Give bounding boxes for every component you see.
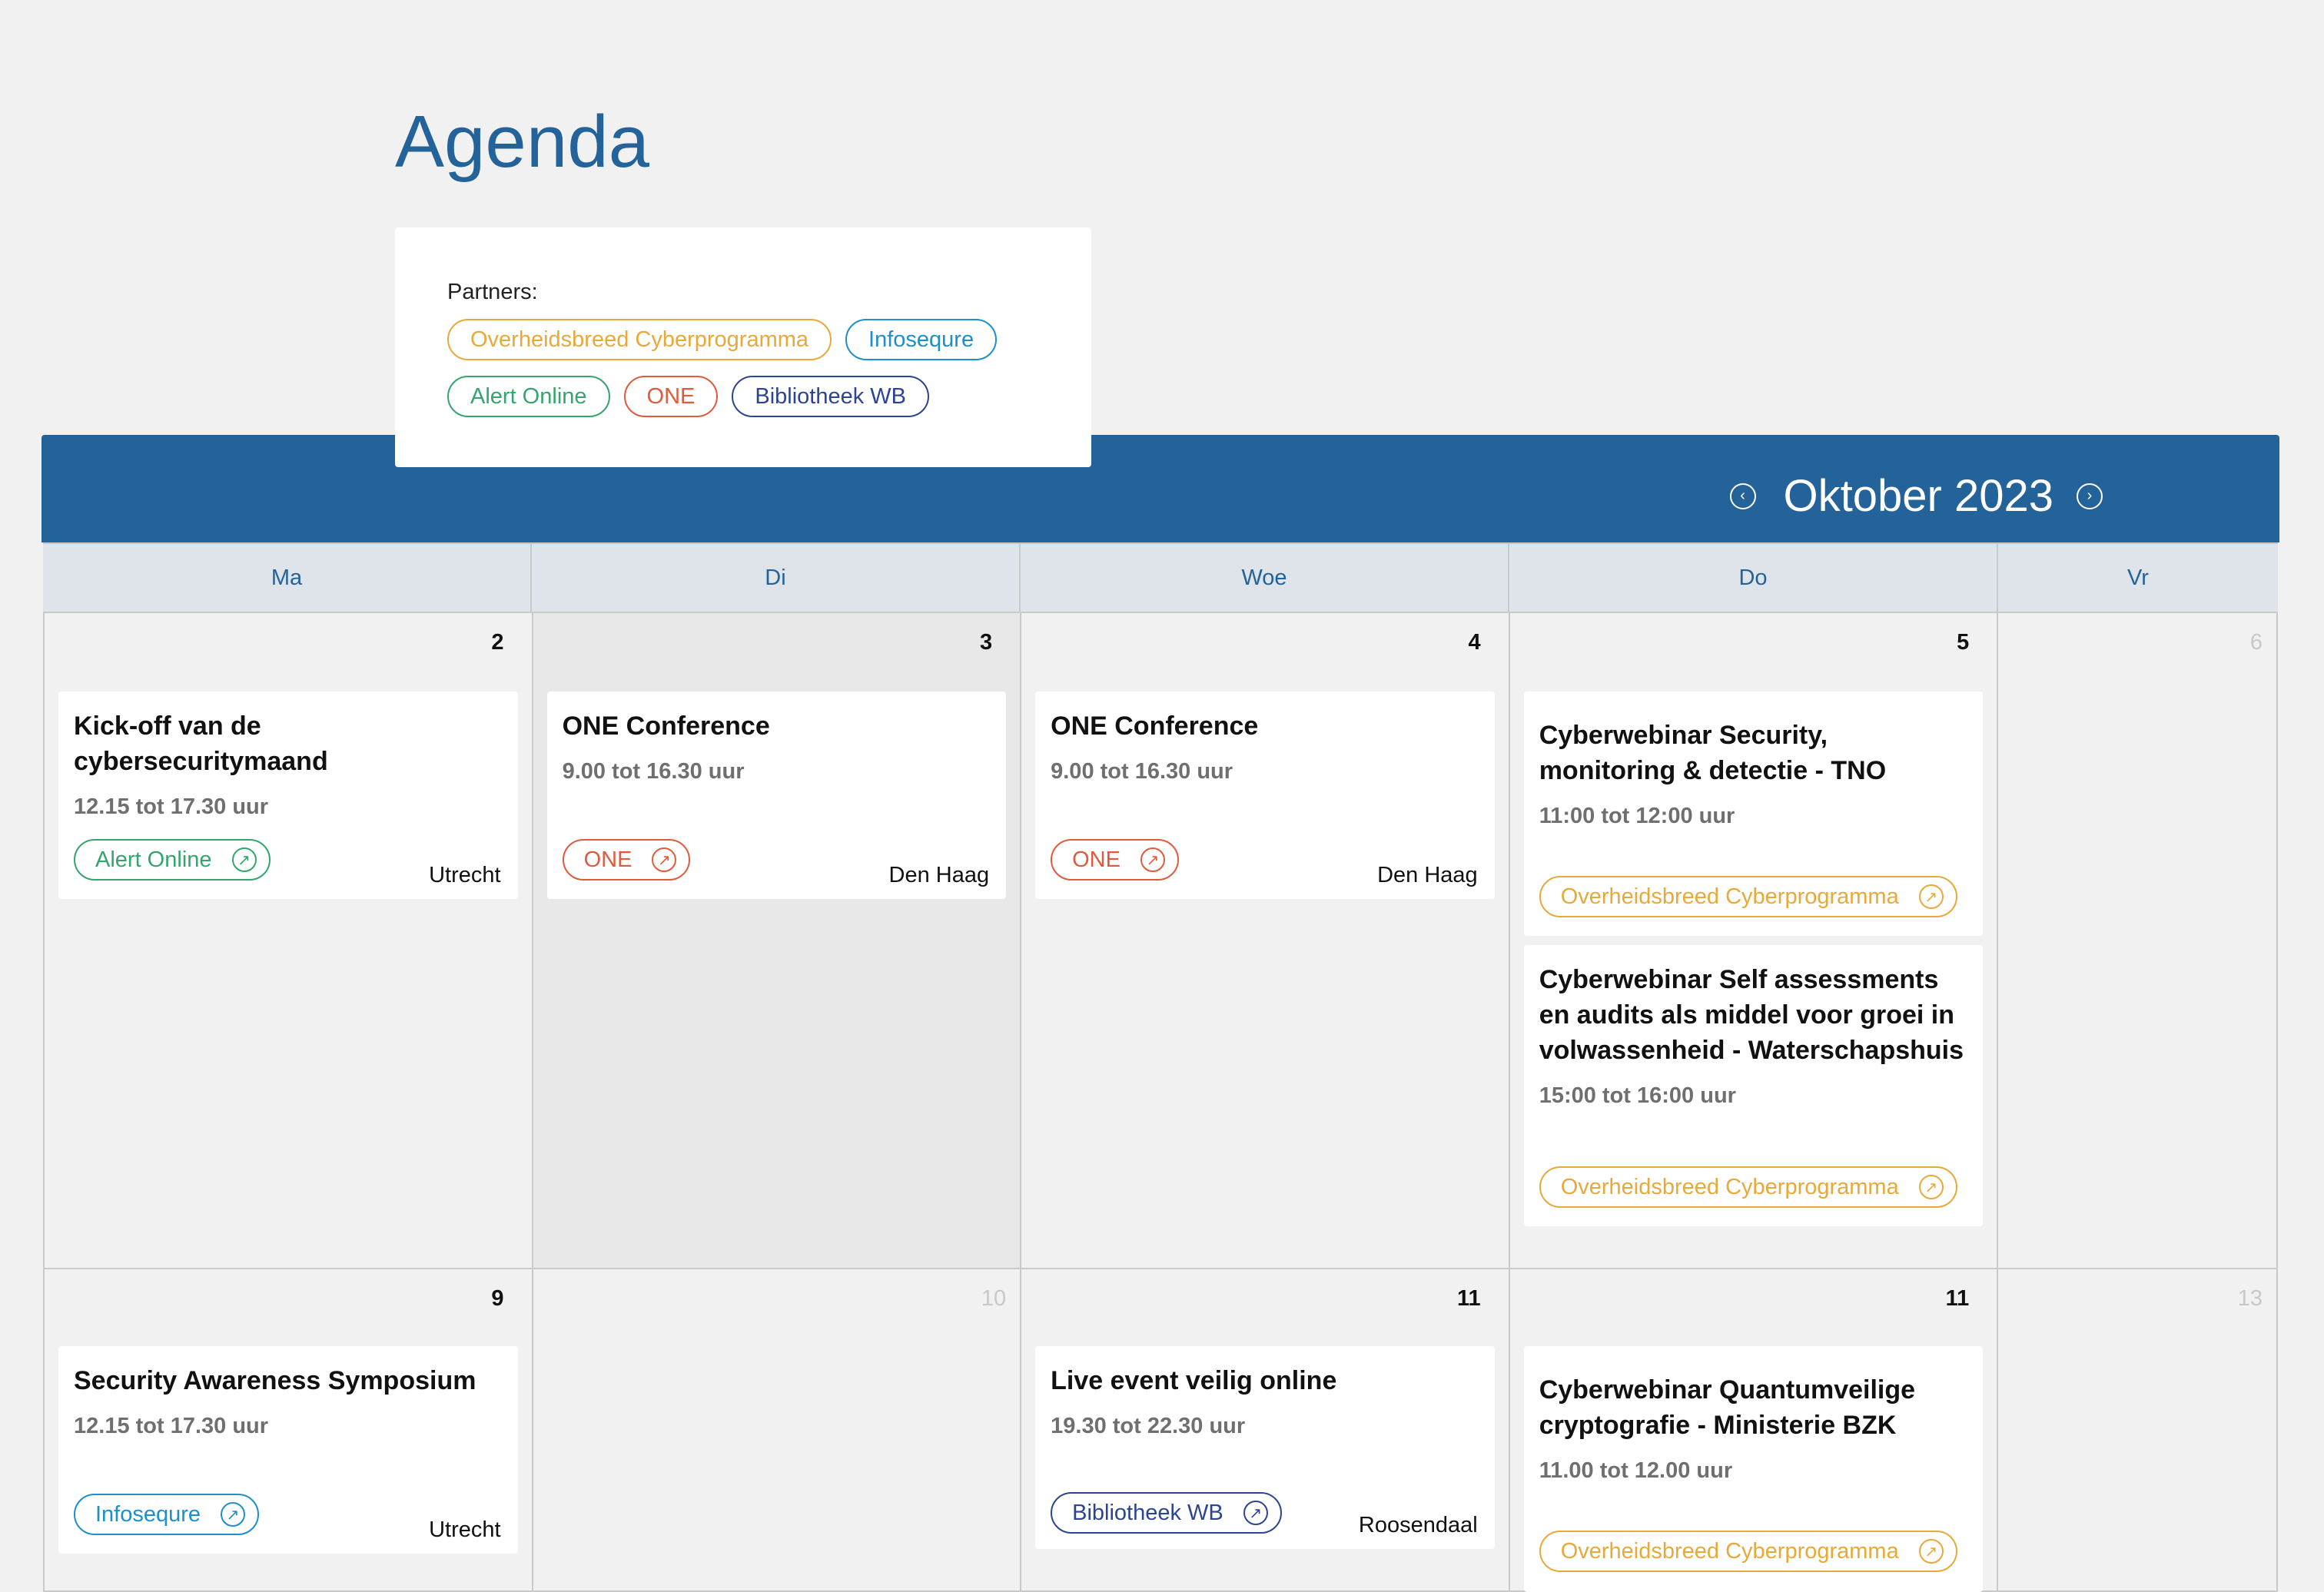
calendar-header: ‹ Oktober 2023 › [42, 435, 2279, 542]
weekday-vr: Vr [2127, 565, 2149, 590]
weekday-ma: Ma [43, 544, 532, 612]
event-time: 9.00 tot 16.30 uur [1051, 759, 1233, 784]
partner-filter-bibliotheek-wb[interactable]: Bibliotheek WB [732, 376, 930, 417]
day-number: 13 [2237, 1286, 2263, 1311]
arrow-up-right-icon: ↗ [1918, 1175, 1944, 1199]
calendar-day-cell[interactable]: 6 [1997, 613, 2278, 1269]
event-partner-label: Overheidsbreed Cyberprogramma [1560, 1174, 1899, 1199]
arrow-up-right-icon: ↗ [221, 1502, 246, 1527]
event-partner-label: ONE [583, 847, 632, 872]
partner-filter-alert-online[interactable]: Alert Online [447, 376, 610, 417]
event-partner-label: Overheidsbreed Cyberprogramma [1560, 1538, 1899, 1564]
event-title: Cyberwebinar Self assessments en audits … [1539, 965, 1964, 1065]
event-partner-link[interactable]: Alert Online ↗ [74, 839, 271, 881]
event-location: Utrecht [429, 1517, 501, 1542]
day-number: 4 [1468, 630, 1481, 655]
day-number: 5 [1957, 630, 1970, 655]
partners-filter-panel: Partners: Overheidsbreed Cyberprogramma … [395, 227, 1091, 467]
calendar-day-cell[interactable]: 5 Cyberwebinar Security, monitoring & de… [1508, 613, 1999, 1269]
event-partner-link[interactable]: Infosequre ↗ [74, 1494, 260, 1535]
calendar-day-cell[interactable]: 11 Cyberwebinar Quantumveilige cryptogra… [1508, 1269, 1999, 1592]
event-partner-label: Alert Online [95, 847, 212, 872]
day-number: 9 [491, 1286, 504, 1311]
event-partner-link[interactable]: Overheidsbreed Cyberprogramma ↗ [1539, 1166, 1957, 1208]
day-number: 6 [2249, 630, 2263, 655]
event-time: 9.00 tot 16.30 uur [562, 759, 745, 784]
partner-filter-infosequre[interactable]: Infosequre [845, 319, 998, 360]
calendar-day-cell[interactable]: 11 Live event veilig online 19.30 tot 22… [1020, 1269, 1510, 1592]
calendar-day-cell[interactable]: 13 [1997, 1269, 2278, 1592]
arrow-up-right-icon: ↗ [1918, 1539, 1944, 1564]
event-title: Cyberwebinar Security, monitoring & dete… [1539, 721, 1887, 785]
event-partner-label: Overheidsbreed Cyberprogramma [1560, 884, 1899, 909]
event-card[interactable]: ONE Conference 9.00 tot 16.30 uur ONE ↗ D… [1035, 692, 1495, 899]
weekday-woe: Woe [1021, 544, 1509, 612]
event-location: Den Haag [888, 863, 990, 887]
day-number: 11 [1945, 1286, 1970, 1311]
event-card[interactable]: Security Awareness Symposium 12.15 tot 1… [58, 1346, 518, 1554]
event-title: Security Awareness Symposium [74, 1366, 476, 1395]
event-time: 12.15 tot 17.30 uur [74, 1414, 269, 1438]
event-partner-link[interactable]: Bibliotheek WB ↗ [1051, 1492, 1282, 1534]
event-title: Live event veilig online [1051, 1366, 1337, 1395]
event-card[interactable]: ONE Conference 9.00 tot 16.30 uur ONE ↗ D… [546, 692, 1007, 899]
weekday-header-row: Ma Di Woe Do Vr [43, 542, 2278, 613]
page-title: Agenda [395, 101, 649, 183]
event-partner-label: ONE [1072, 847, 1120, 872]
calendar-day-cell-today[interactable]: 3 ONE Conference 9.00 tot 16.30 uur ONE ↗… [531, 613, 1022, 1269]
event-card[interactable]: Cyberwebinar Security, monitoring & dete… [1523, 692, 1984, 936]
event-location: Roosendaal [1358, 1513, 1478, 1537]
event-card[interactable]: Live event veilig online 19.30 tot 22.30… [1035, 1346, 1495, 1549]
calendar-day-cell[interactable]: 4 ONE Conference 9.00 tot 16.30 uur ONE ↗… [1020, 613, 1510, 1269]
event-time: 15:00 tot 16:00 uur [1539, 1083, 1736, 1108]
calendar-day-cell[interactable]: 2 Kick-off van de cybersecuritymaand 12.… [43, 613, 533, 1269]
day-number: 11 [1457, 1286, 1481, 1311]
day-number: 10 [981, 1286, 1007, 1311]
weekday-di: Di [532, 544, 1021, 612]
calendar-week-row: 9 Security Awareness Symposium 12.15 tot… [43, 1269, 2278, 1592]
calendar-day-cell[interactable]: 10 [531, 1269, 1022, 1592]
event-card[interactable]: Cyberwebinar Self assessments en audits … [1523, 945, 1984, 1226]
event-title: Cyberwebinar Quantumveilige cryptografie… [1539, 1375, 1916, 1440]
event-partner-label: Bibliotheek WB [1072, 1500, 1223, 1525]
event-partner-link[interactable]: ONE ↗ [1051, 839, 1179, 881]
event-location: Utrecht [429, 863, 501, 887]
chevron-right-icon[interactable]: › [2077, 483, 2103, 509]
event-card[interactable]: Cyberwebinar Quantumveilige cryptografie… [1523, 1346, 1984, 1592]
calendar-day-cell[interactable]: 9 Security Awareness Symposium 12.15 tot… [43, 1269, 533, 1592]
event-time: 19.30 tot 22.30 uur [1051, 1414, 1246, 1438]
event-card[interactable]: Kick-off van de cybersecuritymaand 12.15… [58, 692, 518, 899]
day-number: 2 [491, 630, 504, 655]
partner-filter-one[interactable]: ONE [623, 376, 719, 417]
day-number: 3 [979, 630, 993, 655]
partner-filter-overheidsbreed-cyberprogramma[interactable]: Overheidsbreed Cyberprogramma [447, 319, 832, 360]
event-partner-link[interactable]: Overheidsbreed Cyberprogramma ↗ [1539, 876, 1957, 917]
event-partner-link[interactable]: ONE ↗ [562, 839, 691, 881]
arrow-up-right-icon: ↗ [652, 847, 677, 872]
event-time: 12.15 tot 17.30 uur [74, 794, 269, 819]
event-time: 11.00 tot 12.00 uur [1539, 1458, 1733, 1483]
event-partner-link[interactable]: Overheidsbreed Cyberprogramma ↗ [1539, 1531, 1957, 1572]
arrow-up-right-icon: ↗ [1243, 1501, 1268, 1525]
weekday-do: Do [1509, 544, 1998, 612]
event-title: ONE Conference [562, 711, 770, 741]
arrow-up-right-icon: ↗ [1918, 884, 1944, 909]
chevron-left-icon[interactable]: ‹ [1729, 483, 1756, 509]
partners-label: Partners: [447, 280, 538, 304]
event-partner-label: Infosequre [95, 1501, 201, 1527]
event-time: 11:00 tot 12:00 uur [1539, 804, 1735, 828]
event-title: Kick-off van de cybersecuritymaand [74, 711, 328, 776]
event-title: ONE Conference [1051, 711, 1259, 741]
arrow-up-right-icon: ↗ [1140, 847, 1165, 872]
arrow-up-right-icon: ↗ [231, 847, 257, 872]
calendar-week-row: 2 Kick-off van de cybersecuritymaand 12.… [43, 613, 2278, 1269]
month-label: Oktober 2023 [1783, 471, 2053, 521]
event-location: Den Haag [1377, 863, 1478, 887]
month-navigation: ‹ Oktober 2023 › [1729, 470, 2103, 522]
